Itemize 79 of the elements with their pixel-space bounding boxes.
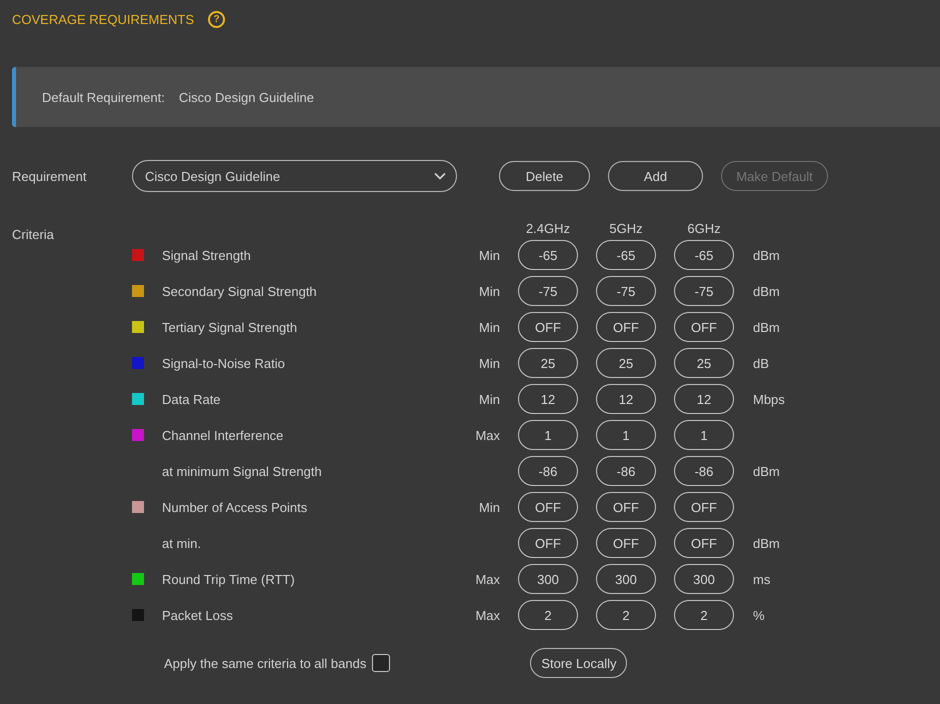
action-button[interactable]: Delete (499, 161, 590, 191)
requirement-dropdown[interactable]: Cisco Design Guideline (132, 160, 457, 192)
dropdown-value: Cisco Design Guideline (145, 168, 280, 184)
criterion-name: Packet Loss (162, 608, 234, 622)
value-field[interactable]: OFF (674, 528, 734, 558)
band-header: 6GHz (686, 220, 722, 236)
value-field[interactable]: 2 (674, 600, 734, 630)
value-field[interactable]: OFF (518, 312, 578, 342)
value-field[interactable]: -86 (518, 456, 578, 486)
value-field[interactable]: -75 (674, 276, 734, 306)
value-field[interactable]: OFF (596, 528, 656, 558)
page-title: COVERAGE REQUIREMENTS (12, 12, 194, 26)
unit-label: ms (753, 572, 772, 586)
criterion-name: at minimum Signal Strength (162, 464, 323, 478)
value-field[interactable]: OFF (596, 492, 656, 522)
criterion-name: at min. (162, 536, 202, 550)
limit-label: Min (478, 248, 500, 262)
criteria-label: Criteria (12, 227, 55, 244)
criterion-name: Channel Interference (162, 428, 284, 442)
unit-label: dBm (753, 248, 781, 262)
value-field[interactable]: OFF (596, 312, 656, 342)
limit-label: Min (478, 392, 500, 406)
value-field[interactable]: OFF (518, 528, 578, 558)
unit-label: % (753, 608, 766, 622)
limit-label: Max (474, 608, 500, 622)
value-field[interactable]: -86 (674, 456, 734, 486)
value-field[interactable]: 300 (674, 564, 734, 594)
value-field[interactable]: 300 (518, 564, 578, 594)
value-field[interactable]: -75 (596, 276, 656, 306)
value-field[interactable]: OFF (674, 492, 734, 522)
criterion-name: Signal Strength (162, 248, 252, 262)
value-field[interactable]: 300 (596, 564, 656, 594)
store-locally-button[interactable]: Store Locally (530, 648, 628, 678)
limit-label: Min (478, 284, 500, 298)
value-field[interactable]: 2 (596, 600, 656, 630)
unit-label: dBm (753, 464, 781, 478)
value-field[interactable]: -65 (674, 240, 734, 270)
value-field[interactable]: OFF (674, 312, 734, 342)
value-field[interactable]: 12 (518, 384, 578, 414)
help-icon[interactable]: ? (208, 10, 226, 28)
criterion-name: Tertiary Signal Strength (162, 320, 298, 334)
limit-label: Min (478, 356, 500, 370)
limit-label: Min (478, 500, 500, 514)
unit-label: dBm (753, 320, 781, 334)
apply-all-checkbox[interactable] (372, 654, 390, 672)
limit-label: Max (474, 428, 500, 442)
banner-label: Default Requirement: (42, 90, 165, 104)
value-field[interactable]: 2 (518, 600, 578, 630)
banner-value: Cisco Design Guideline (178, 90, 314, 104)
criterion-name: Round Trip Time (RTT) (162, 572, 296, 586)
value-field[interactable]: -75 (518, 276, 578, 306)
requirement-label: Requirement (12, 168, 88, 184)
value-field[interactable]: 12 (674, 384, 734, 414)
criterion-name: Number of Access Points (162, 500, 308, 514)
unit-label: dB (753, 356, 770, 370)
value-field[interactable]: 25 (674, 348, 734, 378)
band-header: 2.4GHz (524, 220, 572, 236)
criterion-name: Data Rate (162, 392, 222, 406)
value-field[interactable]: OFF (518, 492, 578, 522)
band-header: 5GHz (608, 220, 644, 236)
limit-label: Min (478, 320, 500, 334)
limit-label: Max (474, 572, 500, 586)
value-field[interactable]: 1 (518, 420, 578, 450)
value-field[interactable]: 1 (596, 420, 656, 450)
value-field[interactable]: -65 (518, 240, 578, 270)
value-field[interactable]: -65 (596, 240, 656, 270)
unit-label: dBm (753, 536, 781, 550)
unit-label: dBm (753, 284, 781, 298)
value-field[interactable]: 1 (674, 420, 734, 450)
value-field[interactable]: -86 (596, 456, 656, 486)
chevron-down-icon (434, 172, 446, 180)
value-field[interactable]: 25 (518, 348, 578, 378)
action-button[interactable]: Add (608, 161, 703, 191)
criterion-name: Signal-to-Noise Ratio (162, 356, 286, 370)
apply-all-label: Apply the same criteria to all bands (164, 656, 366, 670)
unit-label: Mbps (753, 392, 785, 406)
value-field[interactable]: 25 (596, 348, 656, 378)
value-field[interactable]: 12 (596, 384, 656, 414)
criterion-name: Secondary Signal Strength (162, 284, 318, 298)
